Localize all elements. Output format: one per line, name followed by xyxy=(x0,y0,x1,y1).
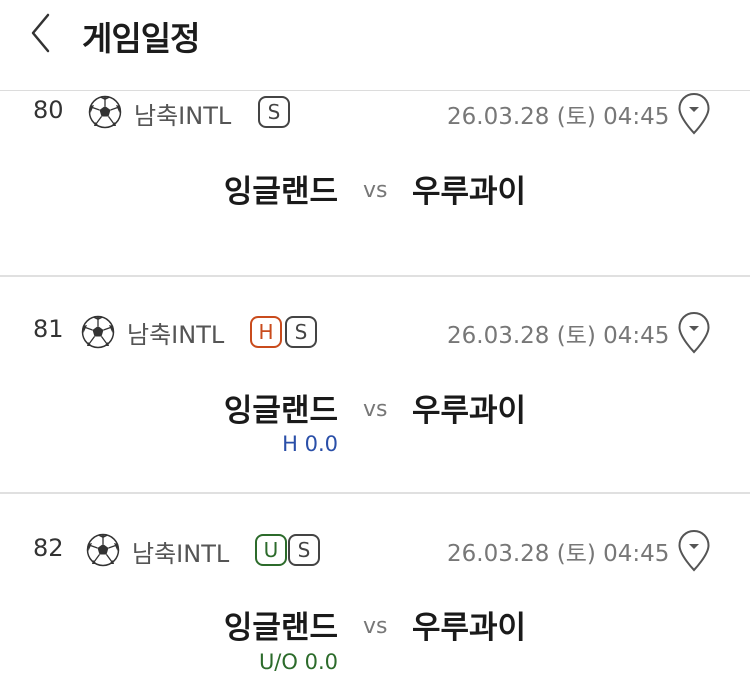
handicap-badge[interactable]: H xyxy=(250,316,282,348)
away-team: 우루과이 xyxy=(412,610,527,646)
game-number: 80 xyxy=(33,96,64,124)
vs-label: vs xyxy=(363,397,388,422)
matchup: 잉글랜드 vs 우루과이 xyxy=(0,385,750,429)
away-team: 우루과이 xyxy=(412,174,527,210)
league-name: 남축INTL xyxy=(134,102,232,130)
page-title: 게임일정 xyxy=(82,19,200,58)
location-pin-icon[interactable] xyxy=(676,92,712,136)
game-datetime: 26.03.28 (토) 04:45 xyxy=(447,541,670,567)
soccer-ball-icon xyxy=(88,95,122,129)
app-header: 게임일정 xyxy=(0,0,750,91)
soccer-ball-icon xyxy=(86,533,120,567)
home-team: 잉글랜드 xyxy=(223,174,338,210)
game-item[interactable]: 80 남축INTL S 26.03.28 (토) 04:45 잉글랜드 vs 우… xyxy=(0,92,750,273)
single-badge[interactable]: S xyxy=(288,534,320,566)
single-badge[interactable]: S xyxy=(285,316,317,348)
game-number: 81 xyxy=(33,315,64,343)
home-team: 잉글랜드 xyxy=(223,610,338,646)
matchup: 잉글랜드 vs 우루과이 xyxy=(0,166,750,210)
single-badge[interactable]: S xyxy=(258,96,290,128)
vs-label: vs xyxy=(363,614,388,639)
away-team: 우루과이 xyxy=(412,393,527,429)
back-button[interactable] xyxy=(26,12,66,58)
home-team: 잉글랜드 xyxy=(223,393,338,429)
game-datetime: 26.03.28 (토) 04:45 xyxy=(447,323,670,349)
location-pin-icon[interactable] xyxy=(676,529,712,573)
location-pin-icon[interactable] xyxy=(676,311,712,355)
league-name: 남축INTL xyxy=(132,540,230,568)
handicap-value: H 0.0 xyxy=(282,432,338,456)
game-number: 82 xyxy=(33,534,64,562)
game-datetime: 26.03.28 (토) 04:45 xyxy=(447,104,670,130)
chevron-left-icon xyxy=(31,13,50,53)
league-name: 남축INTL xyxy=(127,321,225,349)
soccer-ball-icon xyxy=(81,315,115,349)
game-item[interactable]: 81 남축INTL H S 26.03.28 (토) 04:45 잉글랜드 vs… xyxy=(0,275,750,492)
under-over-value: U/O 0.0 xyxy=(258,650,338,674)
game-item[interactable]: 82 남축INTL U S 26.03.28 (토) 04:45 잉글랜드 vs… xyxy=(0,492,750,696)
matchup: 잉글랜드 vs 우루과이 xyxy=(0,602,750,646)
under-over-badge[interactable]: U xyxy=(255,534,287,566)
vs-label: vs xyxy=(363,178,388,203)
